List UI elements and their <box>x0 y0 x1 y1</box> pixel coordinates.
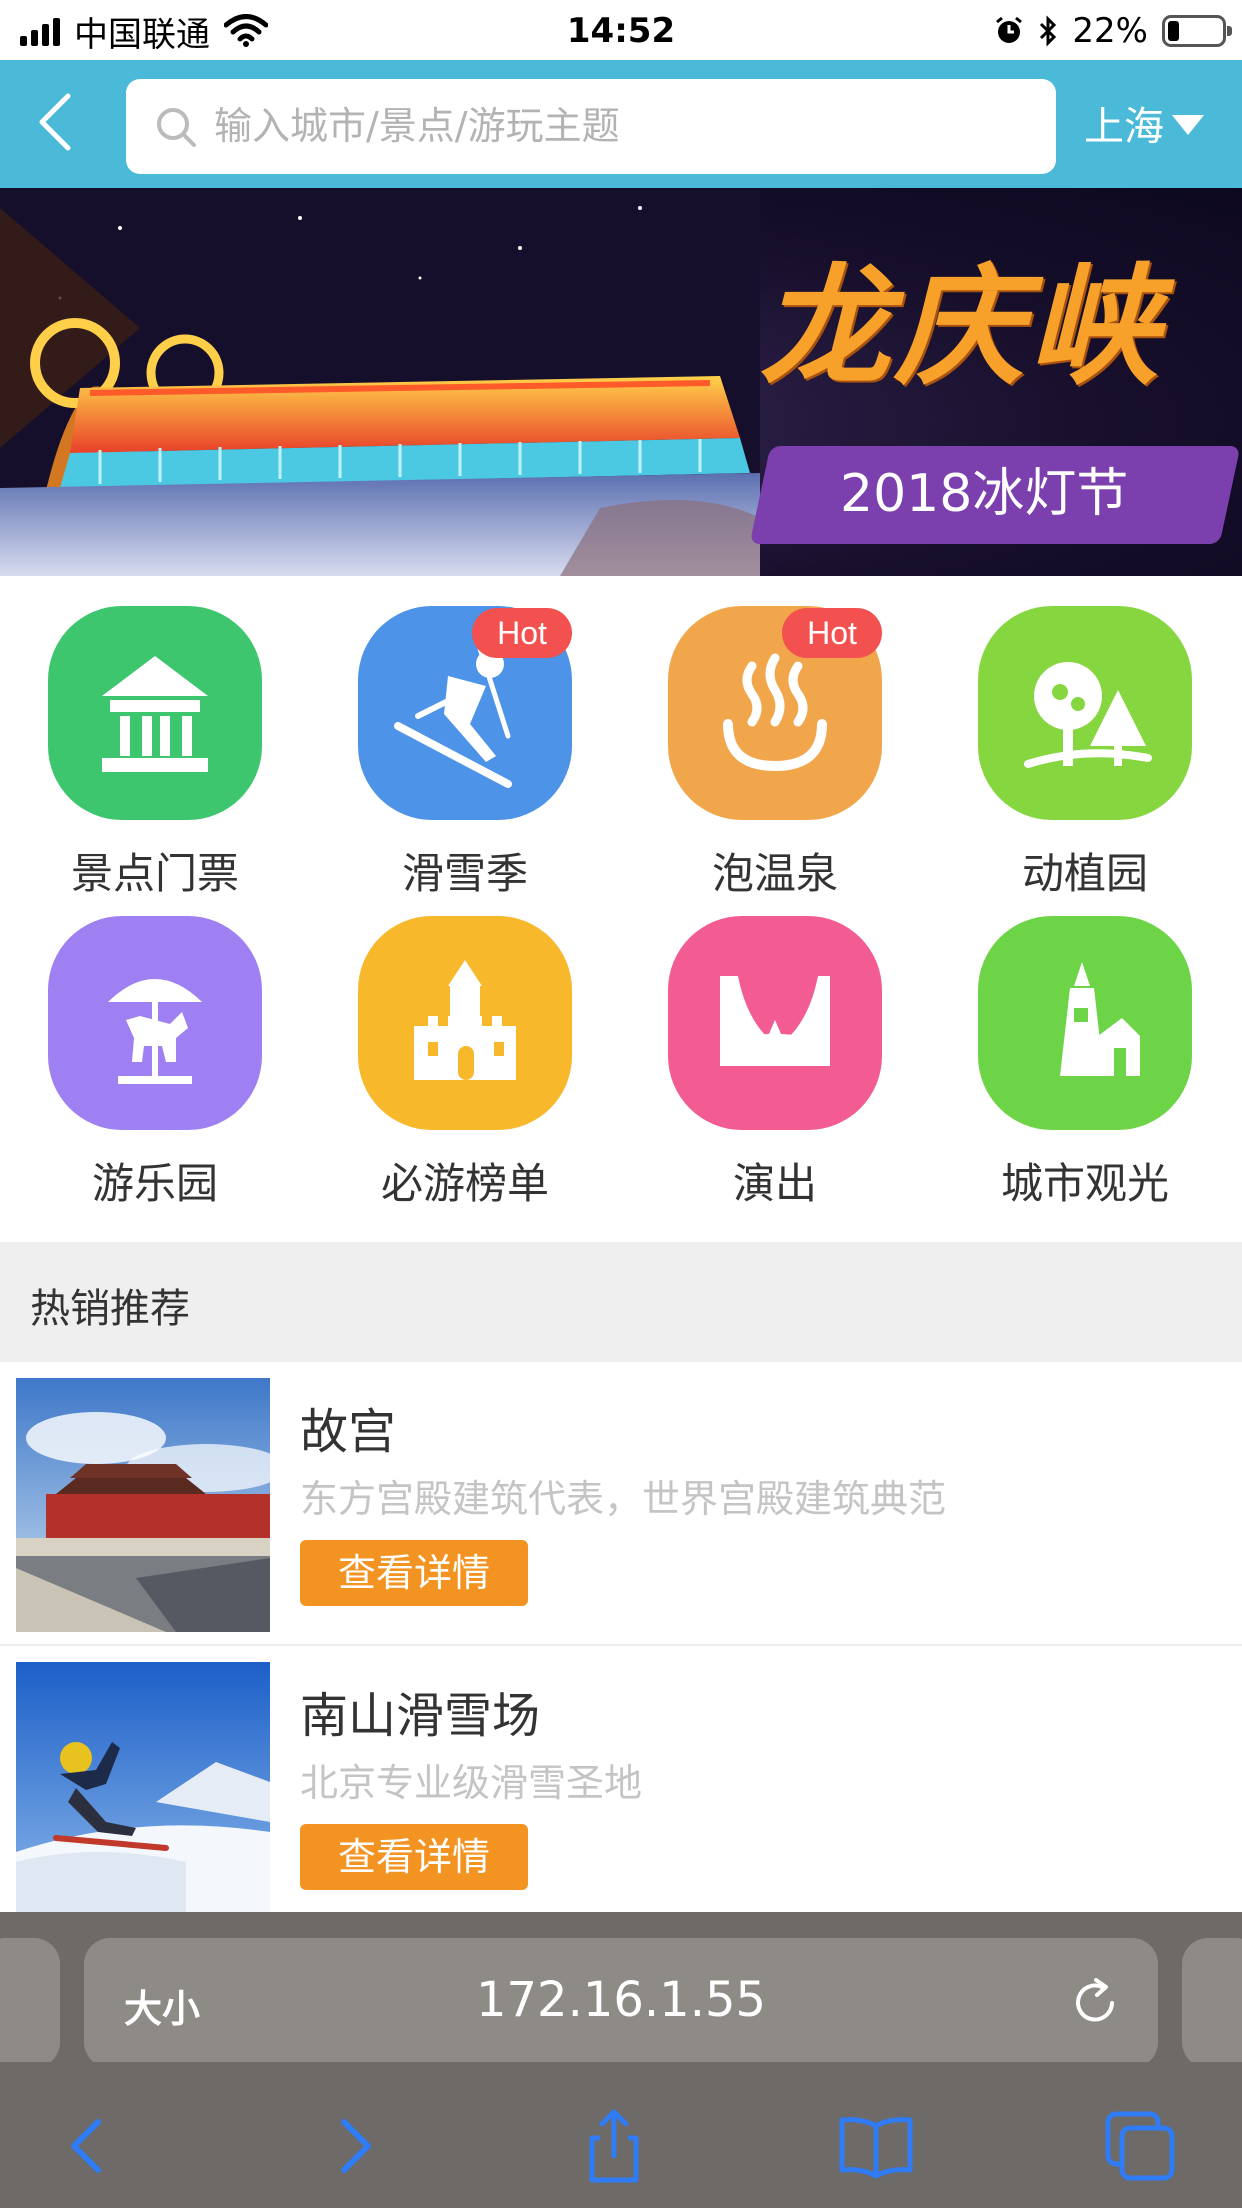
category-label: 泡温泉 <box>711 849 838 898</box>
search-icon <box>157 108 196 147</box>
screen: 中国联通 14:52 22% 输入城市/景点/游玩主题 上海 龙庆峡 2018冰… <box>0 0 1242 2208</box>
view-details-button[interactable]: 查看详情 <box>300 1540 528 1606</box>
triangle-down-icon <box>1172 115 1204 135</box>
bluetooth-icon <box>1040 15 1057 47</box>
view-details-button[interactable]: 查看详情 <box>300 1824 528 1890</box>
bookmarks-icon[interactable] <box>836 2106 916 2186</box>
banner-subtitle: 2018冰灯节 <box>840 464 1129 524</box>
share-icon[interactable] <box>574 2106 654 2186</box>
status-bar: 中国联通 14:52 22% <box>0 0 1242 60</box>
category-zoo-garden[interactable]: 动植园 <box>930 590 1240 900</box>
lighthouse-icon <box>1060 962 1140 1076</box>
category-must-visit[interactable]: 必游榜单 <box>310 900 620 1210</box>
list-item[interactable]: 故宫 东方宫殿建筑代表，世界宫殿建筑典范 查看详情 <box>0 1362 1242 1646</box>
pavilion-icon <box>102 656 208 772</box>
back-arrow-icon[interactable] <box>48 2106 128 2186</box>
product-name: 南山滑雪场 <box>300 1688 541 1744</box>
section-title: 热销推荐 <box>30 1286 190 1332</box>
alarm-icon <box>996 16 1023 43</box>
next-tab-peek[interactable] <box>1182 1938 1242 2068</box>
stage-icon <box>720 976 830 1066</box>
back-button[interactable] <box>20 82 100 162</box>
city-selector[interactable]: 上海 <box>1084 88 1204 158</box>
category-amusement-park[interactable]: 游乐园 <box>0 900 310 1210</box>
product-description: 东方宫殿建筑代表，世界宫殿建筑典范 <box>300 1477 947 1521</box>
category-tickets[interactable]: 景点门票 <box>0 590 310 900</box>
forward-arrow-icon[interactable] <box>314 2106 394 2186</box>
category-hot-spring[interactable]: Hot 泡温泉 <box>620 590 930 900</box>
category-shows[interactable]: 演出 <box>620 900 930 1210</box>
url-text: 172.16.1.55 <box>475 1972 767 2028</box>
promo-banner[interactable]: 龙庆峡 2018冰灯节 <box>0 188 1242 576</box>
ice-lantern-scene-image <box>0 188 760 576</box>
category-ski[interactable]: Hot 滑雪季 <box>310 590 620 900</box>
search-input[interactable] <box>214 93 1034 159</box>
category-tile <box>668 916 882 1130</box>
category-label: 演出 <box>732 1159 817 1208</box>
status-right: 22% <box>994 8 1232 54</box>
category-tile <box>358 916 572 1130</box>
search-box[interactable] <box>126 79 1056 174</box>
browser-address-bar: 大小 172.16.1.55 <box>0 1912 1242 2068</box>
tabs-icon[interactable] <box>1100 2106 1180 2186</box>
app-header: 上海 <box>0 60 1242 188</box>
category-label: 动植园 <box>1021 849 1148 898</box>
category-label: 必游榜单 <box>380 1159 549 1208</box>
city-label: 上海 <box>1084 104 1164 150</box>
product-list: 故宫 东方宫殿建筑代表，世界宫殿建筑典范 查看详情 南山滑雪场 北京专业级滑雪圣… <box>0 1362 1242 1930</box>
hot-badge: Hot <box>782 608 882 658</box>
previous-tab-peek[interactable] <box>0 1938 60 2068</box>
category-tile <box>978 916 1192 1130</box>
category-label: 游乐园 <box>91 1159 218 1208</box>
trees-icon <box>1024 662 1152 768</box>
carousel-icon <box>108 979 202 1084</box>
url-field[interactable]: 大小 172.16.1.55 <box>84 1938 1158 2068</box>
castle-icon <box>414 960 516 1080</box>
snowboarder-photo <box>16 1662 270 1916</box>
chevron-left-icon <box>39 93 71 151</box>
section-header: 热销推荐 <box>0 1242 1242 1362</box>
category-grid: 景点门票 Hot 滑雪季 Hot 泡温泉 动植园 游乐园 必游榜单 演出 城市观… <box>0 590 1242 1240</box>
category-label: 滑雪季 <box>401 849 528 898</box>
reload-icon[interactable] <box>1066 1974 1124 2032</box>
category-label: 城市观光 <box>1000 1159 1169 1208</box>
product-image <box>16 1662 270 1916</box>
category-label: 景点门票 <box>70 849 239 898</box>
product-name: 故宫 <box>300 1404 397 1460</box>
forbidden-city-photo <box>16 1378 270 1632</box>
category-tile <box>978 606 1192 820</box>
list-item[interactable]: 南山滑雪场 北京专业级滑雪圣地 查看详情 <box>0 1646 1242 1930</box>
banner-title: 龙庆峡 <box>760 250 1163 403</box>
product-image <box>16 1378 270 1632</box>
battery-percent: 22% <box>1072 11 1148 51</box>
category-tile <box>48 606 262 820</box>
product-description: 北京专业级滑雪圣地 <box>300 1761 643 1805</box>
browser-toolbar <box>0 2062 1242 2208</box>
category-tile <box>48 916 262 1130</box>
hot-badge: Hot <box>472 608 572 658</box>
category-city-sightseeing[interactable]: 城市观光 <box>930 900 1240 1210</box>
battery-icon <box>1162 15 1232 47</box>
battery-level <box>1168 21 1179 41</box>
